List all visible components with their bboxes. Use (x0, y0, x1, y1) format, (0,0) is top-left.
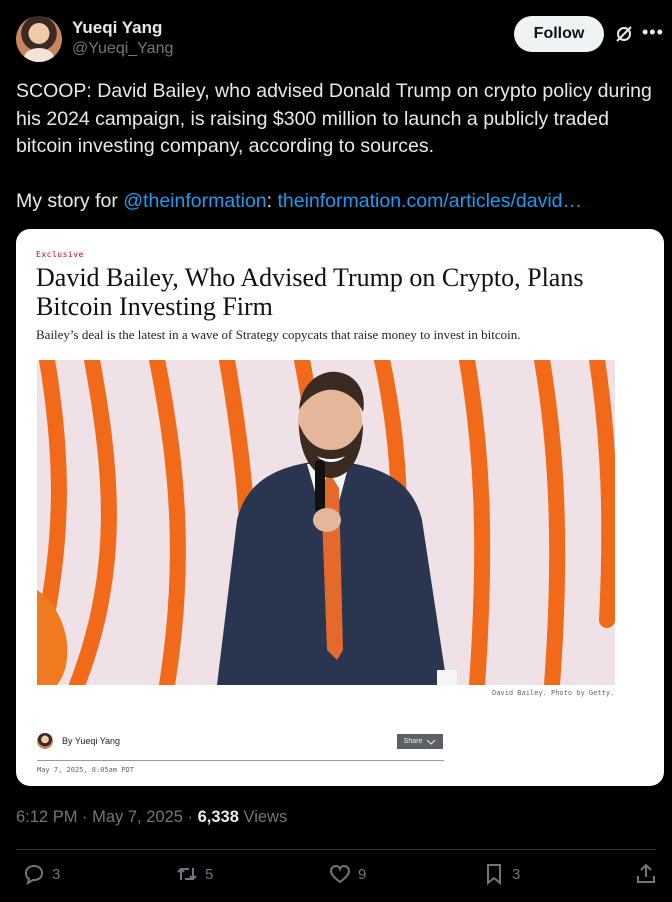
article-url-link[interactable]: theinformation.com/articles/david… (277, 190, 582, 212)
card-kicker: Exclusive (36, 250, 84, 259)
share-icon (637, 863, 655, 883)
repost-icon (177, 867, 197, 881)
tweet-meta: 6:12 PM · May 7, 2025 · 6,338 Views (16, 808, 287, 827)
bookmark-count: 3 (512, 865, 521, 883)
story-prefix: My story for (16, 189, 124, 212)
tweet-text: SCOOP: David Bailey, who advised Donald … (16, 78, 666, 215)
bookmark-icon (487, 864, 501, 886)
like-count: 9 (358, 865, 367, 883)
tweet-body: SCOOP: David Bailey, who advised Donald … (16, 80, 652, 157)
card-share-label: Share (403, 738, 423, 745)
views-label: Views (238, 808, 288, 826)
actions-divider (16, 849, 656, 850)
bookmark-button[interactable]: 3 (482, 862, 520, 886)
article-divider (37, 760, 444, 761)
action-bar: 3 5 9 3 (0, 862, 672, 894)
byline-avatar (37, 733, 53, 749)
tweet-time[interactable]: 6:12 PM (16, 808, 77, 826)
tweet-header: Yueqi Yang @Yueqi_Yang Follow ••• (16, 16, 663, 64)
chevron-down-icon (426, 739, 436, 745)
more-icon[interactable]: ••• (642, 22, 666, 46)
mention-link[interactable]: @theinformation (123, 190, 266, 212)
article-photo (37, 360, 615, 685)
grok-icon[interactable] (614, 24, 634, 44)
article-card[interactable]: Exclusive David Bailey, Who Advised Trum… (16, 229, 664, 786)
like-button[interactable]: 9 (328, 862, 366, 886)
colon: : (266, 189, 278, 212)
reply-icon (24, 864, 44, 886)
meta-separator: · (182, 808, 198, 826)
repost-button[interactable]: 5 (175, 862, 213, 886)
heart-icon (329, 864, 351, 884)
author-name[interactable]: Yueqi Yang (72, 18, 162, 38)
meta-separator: · (77, 808, 93, 826)
card-headline: David Bailey, Who Advised Trump on Crypt… (36, 263, 584, 321)
article-date: May 7, 2025, 8:05am PDT (37, 766, 134, 774)
reply-count: 3 (52, 865, 61, 883)
photo-caption: David Bailey. Photo by Getty. (492, 689, 615, 697)
tweet-date[interactable]: May 7, 2025 (92, 808, 183, 826)
reply-button[interactable]: 3 (22, 862, 60, 886)
views-count: 6,338 (197, 808, 239, 826)
author-handle[interactable]: @Yueqi_Yang (72, 40, 173, 58)
card-dek: Bailey’s deal is the latest in a wave of… (36, 327, 521, 342)
tweet-story-line: My story for @theinformation: theinforma… (16, 188, 666, 216)
follow-button[interactable]: Follow (514, 16, 604, 52)
share-button[interactable] (634, 862, 658, 886)
byline: By Yueqi Yang (62, 736, 121, 746)
repost-count: 5 (205, 865, 214, 883)
card-share-button[interactable]: Share (397, 734, 443, 749)
author-avatar[interactable] (16, 16, 62, 62)
